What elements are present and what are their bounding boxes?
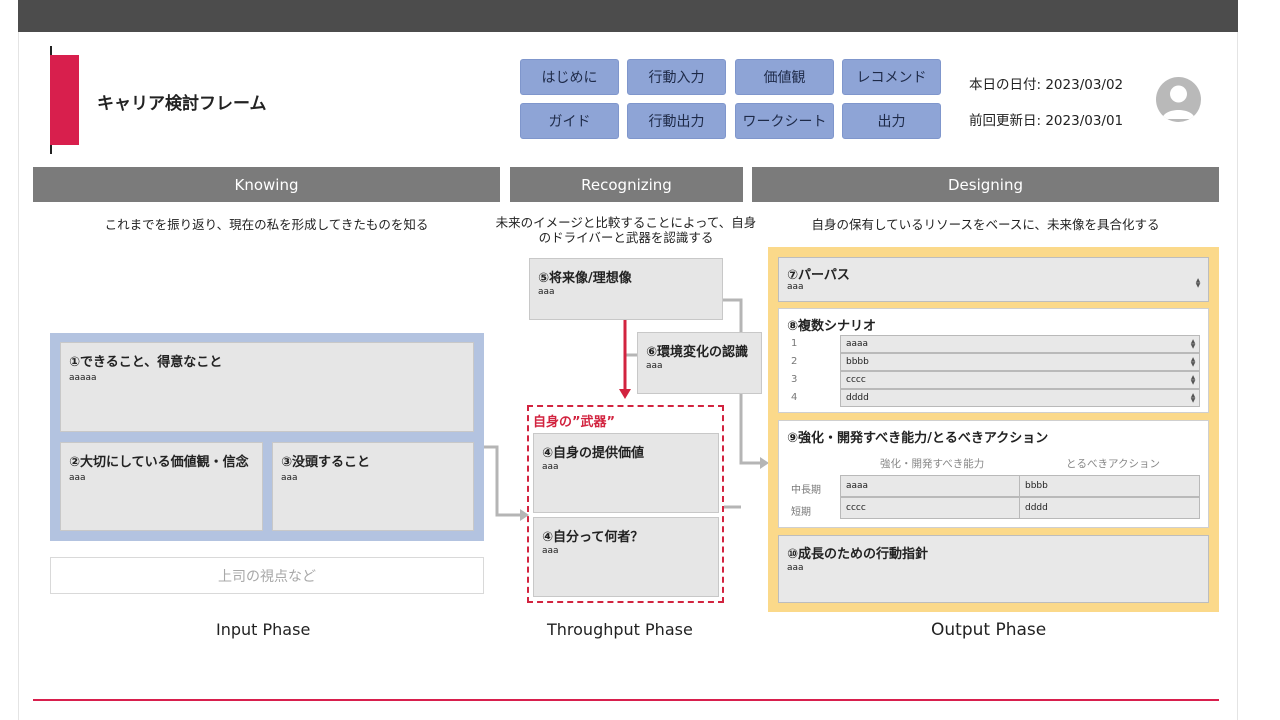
scenario-input[interactable]: dddd ▲ ▼ [840,389,1200,407]
scenario-value: aaaa [846,339,869,349]
footer-accent-line [33,699,1219,701]
action-cell[interactable]: dddd [1019,497,1200,519]
values-card[interactable]: ②大切にしている価値観・信念 aaa [60,442,263,531]
immersion-title: ③没頭すること [281,455,371,470]
strengths-card[interactable]: ①できること、得意なこと aaaaa [60,342,474,432]
output-phase-label: Output Phase [931,620,1047,640]
env-change-title: ⑥環境変化の認識 [646,345,749,360]
boss-perspective-input[interactable]: 上司の視点など [50,557,484,594]
input-phase-label: Input Phase [216,620,311,639]
scenario-value: dddd [846,393,869,403]
spinner-icon[interactable]: ▲ ▼ [1189,393,1197,404]
env-change-value: aaa [646,361,663,371]
throughput-phase-label: Throughput Phase [547,620,693,639]
term-label-midlong: 中長期 [791,485,821,496]
scenario-row-num: 2 [791,356,798,367]
growth-card[interactable]: ⑩成長のための行動指針 aaa [778,535,1209,603]
arrow-env-to-future [623,320,637,357]
scenario-row-num: 3 [791,374,798,385]
future-image-card[interactable]: ⑤将来像/理想像 aaa [529,258,723,320]
provided-value-value: aaa [542,462,559,472]
actions-col-header: とるべきアクション [1066,458,1160,470]
ability-cell[interactable]: aaaa [840,475,1020,497]
values-title: ②大切にしている価値観・信念 [69,455,249,470]
purpose-card[interactable]: ⑦パーパス aaa ▲ ▼ [778,257,1209,302]
future-image-value: aaa [538,287,555,297]
immersion-value: aaa [281,473,298,483]
abilities-col-header: 強化・開発すべき能力 [880,458,985,470]
provided-value-title: ④自身の提供価値 [542,446,645,461]
purpose-value: aaa [787,282,804,292]
scenarios-title: ⑧複数シナリオ [787,319,877,334]
spinner-icon[interactable]: ▲ ▼ [1189,339,1197,350]
action-cell[interactable]: bbbb [1019,475,1200,497]
who-am-i-value: aaa [542,546,559,556]
scenario-value: bbbb [846,357,869,367]
who-am-i-title: ④自分って何者？ [542,530,644,545]
strengths-title: ①できること、得意なこと [69,355,223,370]
scenario-input[interactable]: aaaa ▲ ▼ [840,335,1200,353]
purpose-title: ⑦パーパス [787,268,850,283]
strengths-value: aaaaa [69,373,97,383]
growth-title: ⑩成長のための行動指針 [787,547,929,562]
arrow-input-to-throughput [484,445,520,517]
values-value: aaa [69,473,86,483]
spinner-icon[interactable]: ▲ ▼ [1189,357,1197,368]
scenario-row-num: 1 [791,338,798,349]
ability-cell[interactable]: cccc [840,497,1020,519]
provided-value-card[interactable]: ④自身の提供価値 aaa [533,433,719,513]
scenario-input[interactable]: bbbb ▲ ▼ [840,353,1200,371]
who-am-i-card[interactable]: ④自分って何者？ aaa [533,517,719,597]
purpose-spinner-icon[interactable]: ▲ ▼ [1194,278,1202,289]
scenario-input[interactable]: cccc ▲ ▼ [840,371,1200,389]
abilities-title: ⑨強化・開発すべき能力/とるべきアクション [787,431,1049,446]
weapon-title: 自身の”武器” [533,415,616,430]
term-label-short: 短期 [791,507,811,518]
scenario-row-num: 4 [791,392,798,403]
immersion-card[interactable]: ③没頭すること aaa [272,442,474,531]
future-image-title: ⑤将来像/理想像 [538,271,632,286]
spinner-icon[interactable]: ▲ ▼ [1189,375,1197,386]
env-change-card[interactable]: ⑥環境変化の認識 aaa [637,332,762,394]
scenario-value: cccc [846,375,866,385]
growth-value: aaa [787,563,804,573]
